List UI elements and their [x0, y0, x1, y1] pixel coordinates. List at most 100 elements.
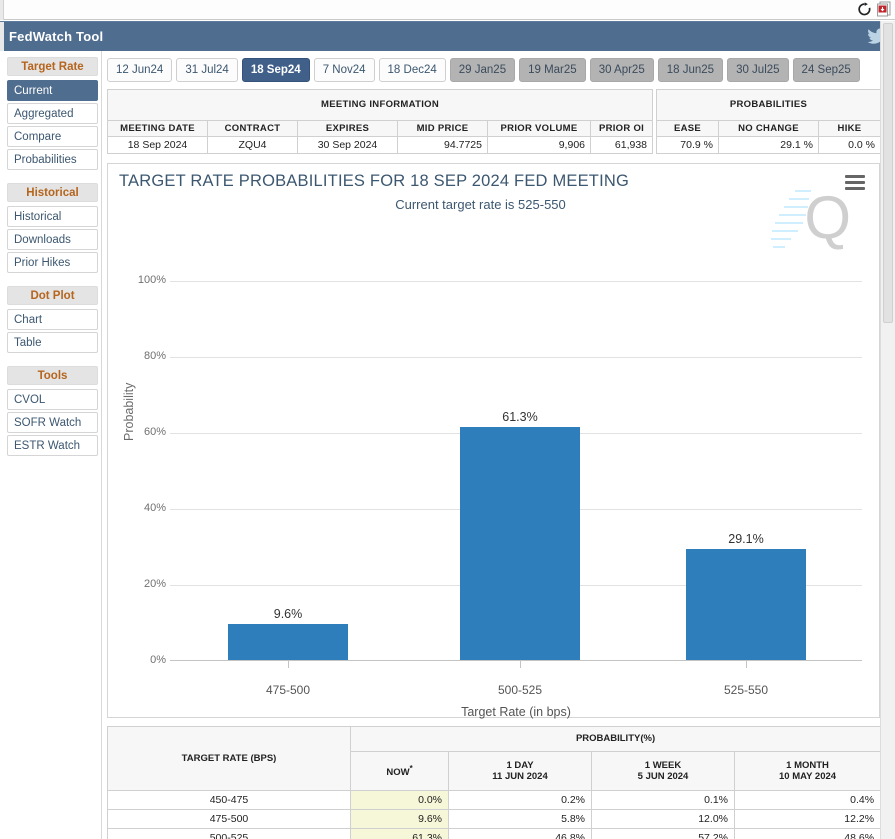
sidebar-group-historical: Historical Historical Downloads Prior Hi…: [4, 183, 101, 273]
ytick-label-0: 0%: [150, 654, 166, 666]
sidebar-group-dot-plot: Dot Plot Chart Table: [4, 286, 101, 353]
sidebar-divider: [4, 275, 101, 280]
xtick-label-500-525: 500-525: [497, 683, 543, 697]
chart-subtitle: Current target rate is 525-550: [395, 197, 566, 212]
sidebar-header-tools: Tools: [7, 366, 98, 385]
bar-525-550[interactable]: [686, 549, 806, 660]
col-1-day: 1 DAY 11 JUN 2024: [448, 750, 592, 791]
window-edge: [0, 0, 4, 20]
tab-18-jun25[interactable]: 18 Jun25: [657, 58, 724, 82]
sidebar-item-current[interactable]: Current: [7, 80, 98, 101]
scrollbar-thumb[interactable]: [883, 23, 893, 323]
bar-label-500-525: 61.3%: [502, 410, 538, 424]
probabilities-summary-title: PROBABILITIES: [656, 89, 881, 121]
table-row: 18 Sep 2024 ZQU4 30 Sep 2024 94.7725 9,9…: [107, 136, 654, 154]
meeting-information-table: MEETING INFORMATION MEETING DATE CONTRAC…: [106, 89, 654, 154]
tab-18-dec24[interactable]: 18 Dec24: [378, 58, 446, 82]
bar-475-500[interactable]: [228, 623, 348, 660]
cell-rate: 500-525: [107, 828, 351, 839]
table-row: 475-500 9.6% 5.8% 12.0% 12.2%: [107, 809, 882, 829]
sidebar-divider: [4, 355, 101, 360]
col-expires: EXPIRES: [297, 120, 398, 137]
cell-now: 9.6%: [350, 809, 449, 829]
tab-18-sep24[interactable]: 18 Sep24: [241, 58, 310, 82]
chart-panel: TARGET RATE PROBABILITIES FOR 18 SEP 202…: [107, 163, 880, 719]
sidebar-item-estr-watch[interactable]: ESTR Watch: [7, 435, 98, 456]
cell-mid-price: 94.7725: [397, 136, 488, 154]
col-1-week-line2: 5 JUN 2024: [637, 770, 689, 782]
col-target-rate-bps: TARGET RATE (BPS): [107, 726, 351, 791]
tab-29-jan25[interactable]: 29 Jan25: [449, 58, 516, 82]
ytick-label-80: 80%: [143, 350, 166, 362]
app-header-edge: [0, 22, 4, 52]
col-1-day-line1: 1 DAY: [506, 759, 534, 771]
xtick-label-475-500: 475-500: [265, 683, 311, 697]
page-title: FedWatch Tool: [9, 29, 104, 44]
sidebar-header-dot-plot: Dot Plot: [7, 286, 98, 305]
col-probability-group: PROBABILITY(%): [349, 726, 882, 752]
col-1-month-line2: 10 MAY 2024: [779, 770, 837, 782]
tab-7-nov24[interactable]: 7 Nov24: [313, 58, 375, 82]
cell-1-week: 0.1%: [591, 790, 735, 810]
cell-1-day: 0.2%: [448, 790, 592, 810]
cell-contract: ZQU4: [207, 136, 298, 154]
sidebar-item-historical[interactable]: Historical: [7, 206, 98, 227]
cell-rate: 450-475: [107, 790, 351, 810]
tab-12-jun24[interactable]: 12 Jun24: [107, 58, 173, 82]
col-prior-oi: PRIOR OI: [589, 120, 654, 137]
col-prior-volume: PRIOR VOLUME: [487, 120, 591, 137]
cell-now: 61.3%: [350, 828, 449, 839]
col-1-month-line1: 1 MONTH: [786, 759, 829, 771]
refresh-icon[interactable]: [857, 1, 872, 17]
bar-500-525[interactable]: [460, 427, 580, 660]
meeting-information-title: MEETING INFORMATION: [106, 89, 654, 121]
sidebar-divider: [4, 172, 101, 177]
col-1-week-line1: 1 WEEK: [644, 759, 682, 771]
top-icon-group: [857, 1, 892, 17]
cell-1-week: 57.2%: [591, 828, 735, 839]
hamburger-menu-icon[interactable]: [845, 175, 865, 191]
table-row: 70.9 % 29.1 % 0.0 %: [656, 136, 881, 154]
sidebar-item-aggregated[interactable]: Aggregated: [7, 103, 98, 124]
cell-meeting-date: 18 Sep 2024: [107, 136, 208, 154]
sidebar-item-probabilities[interactable]: Probabilities: [7, 149, 98, 170]
main-content: 12 Jun24 31 Jul24 18 Sep24 7 Nov24 18 De…: [103, 51, 885, 839]
cell-rate: 475-500: [107, 809, 351, 829]
cell-no-change: 29.1 %: [718, 136, 819, 154]
tab-19-mar25[interactable]: 19 Mar25: [519, 58, 586, 82]
app-body: Target Rate Current Aggregated Compare P…: [0, 51, 895, 839]
col-now: NOW*: [350, 750, 449, 791]
info-tables: MEETING INFORMATION MEETING DATE CONTRAC…: [106, 89, 881, 154]
col-now-asterisk: *: [409, 763, 413, 773]
sidebar-item-compare[interactable]: Compare: [7, 126, 98, 147]
chart-title: TARGET RATE PROBABILITIES FOR 18 SEP 202…: [119, 172, 630, 190]
tab-31-jul24[interactable]: 31 Jul24: [176, 58, 238, 82]
sidebar-group-target-rate: Target Rate Current Aggregated Compare P…: [4, 57, 101, 170]
table-row: 450-475 0.0% 0.2% 0.1% 0.4%: [107, 790, 882, 810]
cell-prior-volume: 9,906: [487, 136, 591, 154]
tab-24-sep25[interactable]: 24 Sep25: [792, 58, 860, 82]
tab-30-jul25[interactable]: 30 Jul25: [727, 58, 789, 82]
probability-table-wrapper: TARGET RATE (BPS) PROBABILITY(%) NOW* 1 …: [107, 726, 882, 839]
xtick-label-525-550: 525-550: [723, 683, 769, 697]
ytick-label-40: 40%: [143, 502, 166, 514]
bar-label-525-550: 29.1%: [728, 532, 764, 546]
sidebar-item-chart[interactable]: Chart: [7, 309, 98, 330]
x-axis-line: [170, 660, 862, 661]
pdf-icon[interactable]: [877, 1, 892, 17]
vertical-scrollbar[interactable]: [880, 21, 895, 839]
table-row: 500-525 61.3% 46.8% 57.2% 48.6%: [107, 828, 882, 839]
cell-1-day: 46.8%: [448, 828, 592, 839]
sidebar-item-table[interactable]: Table: [7, 332, 98, 353]
meeting-tab-strip: 12 Jun24 31 Jul24 18 Sep24 7 Nov24 18 De…: [107, 58, 860, 82]
tab-30-apr25[interactable]: 30 Apr25: [589, 58, 654, 82]
col-now-label: NOW: [386, 766, 410, 778]
sidebar-item-sofr-watch[interactable]: SOFR Watch: [7, 412, 98, 433]
sidebar-item-downloads[interactable]: Downloads: [7, 229, 98, 250]
sidebar-item-cvol[interactable]: CVOL: [7, 389, 98, 410]
ytick-label-100: 100%: [137, 274, 166, 286]
sidebar-item-prior-hikes[interactable]: Prior Hikes: [7, 252, 98, 273]
col-1-week: 1 WEEK 5 JUN 2024: [591, 750, 735, 791]
ytick-label-20: 20%: [143, 578, 166, 590]
cell-1-day: 5.8%: [448, 809, 592, 829]
